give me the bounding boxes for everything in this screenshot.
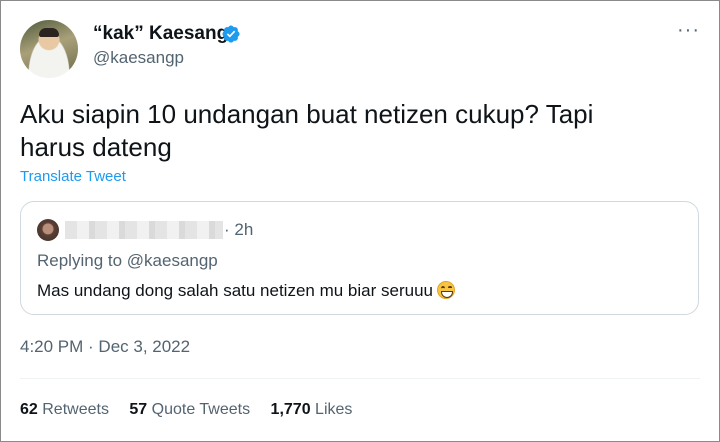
more-options-icon[interactable]: ···: [677, 20, 700, 40]
grinning-face-emoji-icon: [436, 281, 455, 299]
quote-tweets-stat[interactable]: 57 Quote Tweets: [129, 401, 250, 418]
quote-tweets-label: Quote Tweets: [151, 401, 251, 418]
divider: [20, 378, 700, 379]
likes-count: 1,770: [270, 401, 311, 418]
tweet-stats: 62 Retweets 57 Quote Tweets 1,770 Likes: [20, 401, 368, 419]
quoted-tweet-text: Mas undang dong salah satu netizen mu bi…: [37, 281, 433, 300]
tweet-card: “kak” Kaesang @kaesangp ··· Aku siapin 1…: [0, 0, 720, 442]
quoted-tweet[interactable]: · 2h Replying to @kaesangp Mas undang do…: [20, 201, 699, 315]
retweets-label: Retweets: [42, 401, 109, 418]
tweet-timestamp[interactable]: 4:20 PM · Dec 3, 2022: [20, 337, 190, 357]
quote-tweets-count: 57: [129, 401, 148, 418]
retweets-count: 62: [20, 401, 38, 418]
quoted-author-avatar: [37, 219, 59, 241]
likes-stat[interactable]: 1,770 Likes: [271, 401, 353, 418]
likes-label: Likes: [315, 401, 353, 418]
retweets-stat[interactable]: 62 Retweets: [20, 401, 109, 418]
author-handle[interactable]: @kaesangp: [93, 48, 184, 68]
quoted-tweet-time: · 2h: [224, 220, 254, 239]
author-avatar[interactable]: [20, 20, 78, 78]
quoted-author-name-redacted: [65, 221, 223, 239]
tweet-text: Aku siapin 10 undangan buat netizen cuku…: [20, 99, 594, 162]
verified-badge-icon: [222, 25, 240, 43]
quoted-replying-to: Replying to @kaesangp: [37, 251, 218, 270]
quoted-tweet-text-line: Mas undang dong salah satu netizen mu bi…: [37, 281, 455, 301]
translate-tweet-link[interactable]: Translate Tweet: [20, 168, 126, 185]
author-display-name[interactable]: “kak” Kaesang: [93, 23, 228, 45]
